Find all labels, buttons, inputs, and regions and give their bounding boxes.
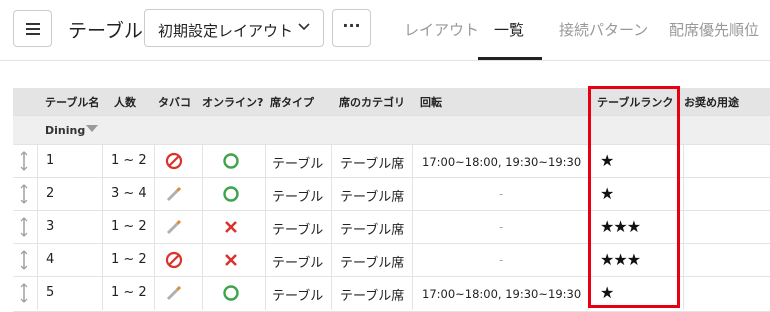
group-label: Dining bbox=[45, 124, 86, 137]
drag-handle-icon[interactable] bbox=[20, 282, 28, 304]
recommended-use-cell bbox=[683, 244, 770, 277]
recommended-use-cell bbox=[683, 277, 770, 310]
more-button[interactable]: ··· bbox=[332, 9, 371, 47]
people-count: 1 ~ 2 bbox=[111, 252, 147, 267]
circle-ok-icon bbox=[223, 186, 239, 202]
drag-handle-icon[interactable] bbox=[20, 150, 28, 172]
table-name: 3 bbox=[46, 219, 55, 234]
tab-list[interactable]: 一覧 bbox=[494, 19, 524, 40]
rotation: 17:00~18:00, 19:30~19:30 bbox=[422, 155, 582, 169]
table-name: 2 bbox=[46, 186, 55, 201]
caret-down-icon bbox=[86, 125, 98, 132]
recommended-use-cell bbox=[683, 178, 770, 211]
drag-handle-icon[interactable] bbox=[20, 249, 28, 271]
table-name: 1 bbox=[46, 153, 55, 168]
hamburger-icon bbox=[26, 23, 40, 38]
column-header-rotation[interactable]: 回転 bbox=[420, 94, 442, 110]
column-header-smoking[interactable]: タバコ bbox=[158, 94, 191, 110]
people-count: 1 ~ 2 bbox=[111, 153, 147, 168]
drag-handle-icon[interactable] bbox=[20, 216, 28, 238]
divider bbox=[0, 60, 770, 61]
seat-category: テーブル席 bbox=[340, 256, 405, 271]
circle-ok-icon bbox=[223, 153, 239, 169]
table-rank-highlight-box bbox=[588, 86, 680, 308]
seat-type: テーブル bbox=[272, 289, 324, 304]
people-count: 3 ~ 4 bbox=[111, 186, 147, 201]
people-count: 1 ~ 2 bbox=[111, 219, 147, 234]
no-smoking-icon bbox=[165, 251, 183, 269]
column-header-recommended-use[interactable]: お奨め用途 bbox=[684, 94, 739, 110]
seat-category: テーブル席 bbox=[340, 157, 405, 172]
chevron-down-icon bbox=[298, 23, 310, 31]
rotation: - bbox=[499, 187, 504, 201]
drag-handle-icon[interactable] bbox=[20, 183, 28, 205]
seat-type: テーブル bbox=[272, 190, 324, 205]
table-name: 5 bbox=[46, 285, 55, 300]
seat-type: テーブル bbox=[272, 223, 324, 238]
tab-layout[interactable]: レイアウト bbox=[404, 19, 479, 40]
people-count: 1 ~ 2 bbox=[111, 285, 147, 300]
cigarette-icon bbox=[166, 186, 182, 202]
cross-icon bbox=[225, 254, 237, 266]
page-title: テーブル bbox=[68, 20, 143, 42]
column-header-table-name[interactable]: テーブル名 bbox=[45, 94, 99, 110]
seat-type: テーブル bbox=[272, 256, 324, 271]
seat-category: テーブル席 bbox=[340, 289, 405, 304]
recommended-use-cell bbox=[683, 145, 770, 178]
no-smoking-icon bbox=[165, 152, 183, 170]
tab-seating-priority[interactable]: 配席優先順位 bbox=[669, 19, 759, 40]
rotation: - bbox=[499, 253, 504, 267]
cigarette-icon bbox=[166, 285, 182, 301]
column-header-seat-type[interactable]: 席タイプ bbox=[270, 94, 314, 110]
menu-button[interactable] bbox=[13, 10, 52, 47]
layout-select-value: 初期設定レイアウト bbox=[158, 22, 294, 40]
rotation: - bbox=[499, 220, 504, 234]
table-name: 4 bbox=[46, 252, 55, 267]
recommended-use-cell bbox=[683, 211, 770, 244]
layout-select[interactable]: 初期設定レイアウト bbox=[144, 9, 324, 47]
circle-ok-icon bbox=[223, 285, 239, 301]
cross-icon bbox=[225, 221, 237, 233]
tab-connection-pattern[interactable]: 接続パターン bbox=[559, 19, 648, 40]
seat-type: テーブル bbox=[272, 157, 324, 172]
column-header-online[interactable]: オンライン? bbox=[202, 94, 263, 110]
cigarette-icon bbox=[166, 219, 182, 235]
seat-category: テーブル席 bbox=[340, 190, 405, 205]
rotation: 17:00~18:00, 19:30~19:30 bbox=[422, 287, 582, 301]
column-header-seat-category[interactable]: 席のカテゴリ bbox=[339, 94, 405, 110]
top-bar: テーブル 初期設定レイアウト ··· レイアウト 一覧 接続パターン 配席優先順… bbox=[0, 0, 770, 60]
seat-category: テーブル席 bbox=[340, 223, 405, 238]
column-header-people[interactable]: 人数 bbox=[114, 94, 136, 110]
